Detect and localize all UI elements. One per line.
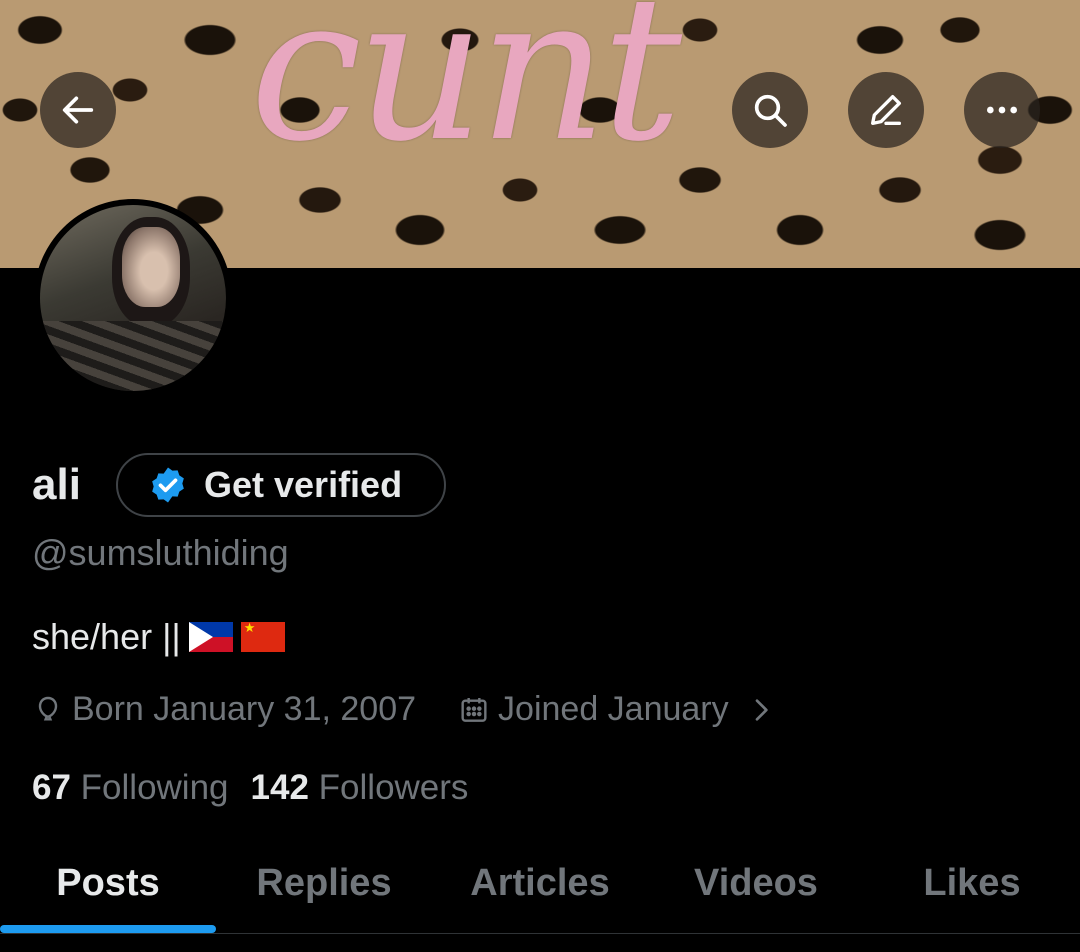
- chevron-right-icon: [755, 698, 768, 721]
- joined-text: Joined January: [498, 690, 729, 728]
- pencil-icon: [871, 95, 901, 126]
- profile-tabs: Posts Replies Articles Videos Likes: [0, 838, 1080, 932]
- active-tab-indicator: [0, 925, 216, 933]
- following-count: 67: [32, 768, 71, 807]
- birthday-item: Born January 31, 2007: [32, 690, 416, 729]
- get-verified-label: Get verified: [204, 464, 403, 505]
- tab-replies[interactable]: Replies: [216, 838, 432, 928]
- edit-button[interactable]: [848, 72, 924, 148]
- following-link[interactable]: 67 Following: [32, 768, 229, 808]
- tabs-divider: [0, 933, 1080, 934]
- back-button[interactable]: [40, 72, 116, 148]
- search-button[interactable]: [732, 72, 808, 148]
- followers-link[interactable]: 142 Followers: [251, 768, 469, 808]
- joined-item[interactable]: Joined January: [458, 690, 777, 729]
- banner-text: cunt: [250, 0, 682, 186]
- avatar-image: [40, 205, 226, 391]
- arrow-left-icon: [62, 96, 94, 124]
- philippines-flag-icon: [188, 622, 233, 652]
- more-button[interactable]: [964, 72, 1040, 148]
- china-flag-icon: [240, 622, 285, 652]
- tab-posts[interactable]: Posts: [0, 838, 216, 928]
- calendar-icon: [461, 697, 487, 722]
- avatar[interactable]: [34, 199, 232, 397]
- birthday-text: Born January 31, 2007: [72, 690, 417, 728]
- tab-likes[interactable]: Likes: [864, 838, 1080, 928]
- followers-label: Followers: [318, 768, 469, 807]
- tab-articles[interactable]: Articles: [432, 838, 648, 928]
- followers-count: 142: [250, 768, 309, 807]
- more-horizontal-icon: [987, 106, 1017, 114]
- profile-meta: Born January 31, 2007 Joined January: [32, 690, 777, 729]
- balloon-icon: [38, 696, 58, 721]
- get-verified-button[interactable]: Get verified: [116, 453, 446, 517]
- user-handle: @sumsluthiding: [32, 532, 289, 573]
- tab-videos[interactable]: Videos: [648, 838, 864, 928]
- follow-stats: 67 Following 142 Followers: [32, 768, 468, 808]
- search-icon: [754, 94, 787, 127]
- following-label: Following: [80, 768, 229, 807]
- bio: she/her ||: [32, 616, 285, 658]
- display-name: ali: [32, 460, 81, 509]
- bio-text: she/her ||: [32, 616, 181, 657]
- verified-badge-icon: [152, 467, 184, 503]
